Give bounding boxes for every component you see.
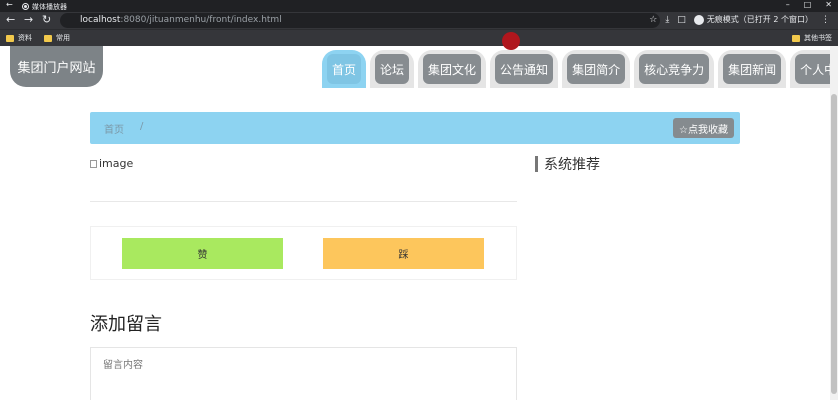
- url-text: localhost:8080/jituanmenhu/front/index.h…: [80, 14, 282, 26]
- menu-icon[interactable]: ⋮: [821, 15, 830, 25]
- nav-label: 论坛: [375, 54, 410, 84]
- tab-back-icon[interactable]: ←: [6, 0, 13, 9]
- folder-icon: [792, 34, 800, 42]
- reload-icon[interactable]: ↻: [42, 14, 51, 26]
- url-host: localhost: [80, 15, 121, 25]
- page-scrollbar[interactable]: [830, 46, 838, 400]
- breadcrumb-separator: /: [140, 121, 144, 132]
- minimize-icon[interactable]: –: [786, 0, 790, 9]
- favorite-button[interactable]: ☆点我收藏: [673, 118, 734, 138]
- record-icon: [22, 3, 29, 10]
- sidebar-title: 系统推荐: [535, 156, 600, 173]
- maximize-icon[interactable]: □: [804, 0, 812, 9]
- breadcrumb-home-link[interactable]: 首页: [104, 121, 124, 136]
- mouse-cursor-highlight: [502, 32, 520, 50]
- incognito-icon: [693, 14, 704, 25]
- dislike-button[interactable]: 踩: [323, 238, 484, 269]
- nav-item-news[interactable]: 集团新闻: [718, 50, 787, 88]
- bookmark-label: 资料: [18, 34, 32, 42]
- content-divider: [90, 201, 517, 202]
- message-section-title: 添加留言: [90, 314, 162, 335]
- bookmark-folder[interactable]: 常用: [44, 33, 70, 43]
- window-icon[interactable]: □: [677, 15, 686, 25]
- main-nav: 首页 论坛 集团文化 公告通知 集团简介 核心竞争力 集团新闻 个人中心: [322, 50, 838, 88]
- site-logo[interactable]: 集团门户网站: [10, 46, 103, 87]
- breadcrumb: 首页 / ☆点我收藏: [90, 112, 740, 144]
- detail-image: image: [90, 157, 133, 170]
- close-icon[interactable]: ✕: [825, 0, 832, 9]
- nav-label: 集团文化: [423, 54, 482, 84]
- page-content: 集团门户网站 首页 论坛 集团文化 公告通知 集团简介 核心竞争力 集团新闻 个…: [0, 32, 838, 400]
- nav-item-notices[interactable]: 公告通知: [490, 50, 559, 88]
- bookmark-star-icon[interactable]: ☆: [649, 15, 657, 25]
- bookmarks-bar: 资料 常用 其他书签: [0, 29, 838, 46]
- nav-label: 首页: [327, 54, 362, 84]
- nav-label: 集团简介: [567, 54, 626, 84]
- browser-titlebar: ← 媒体播放器 – □ ✕: [0, 0, 838, 12]
- nav-item-competitiveness[interactable]: 核心竞争力: [634, 50, 715, 88]
- nav-item-home[interactable]: 首页: [322, 50, 367, 88]
- other-bookmarks-label: 其他书签: [804, 34, 832, 42]
- other-bookmarks[interactable]: 其他书签: [792, 33, 832, 43]
- folder-icon: [44, 34, 52, 42]
- nav-item-forum[interactable]: 论坛: [370, 50, 415, 88]
- window-controls: – □ ✕: [786, 0, 832, 9]
- toolbar-right: ☆ ⤓ □ 无痕模式（已打开 2 个窗口） ⋮: [649, 14, 830, 25]
- image-alt-text: image: [99, 157, 134, 170]
- url-path: :8080/jituanmenhu/front/index.html: [120, 15, 282, 25]
- download-icon[interactable]: ⤓: [665, 15, 669, 25]
- bookmark-folder[interactable]: 资料: [6, 33, 32, 43]
- nav-item-culture[interactable]: 集团文化: [418, 50, 487, 88]
- broken-image-icon: [90, 159, 97, 168]
- browser-toolbar: ← → ↻ localhost:8080/jituanmenhu/front/i…: [0, 12, 838, 29]
- like-button[interactable]: 赞: [122, 238, 283, 269]
- nav-label: 公告通知: [495, 54, 554, 84]
- forward-icon[interactable]: →: [24, 14, 33, 26]
- tab-title: 媒体播放器: [32, 2, 67, 11]
- browser-tab[interactable]: 媒体播放器: [22, 1, 67, 12]
- nav-item-intro[interactable]: 集团简介: [562, 50, 631, 88]
- incognito-indicator[interactable]: 无痕模式（已打开 2 个窗口）: [693, 14, 813, 25]
- back-icon[interactable]: ←: [6, 14, 15, 26]
- message-textarea[interactable]: 留言内容: [90, 347, 517, 400]
- incognito-label: 无痕模式（已打开 2 个窗口）: [706, 15, 813, 24]
- bookmark-label: 常用: [56, 34, 70, 42]
- scrollbar-thumb[interactable]: [831, 94, 837, 394]
- nav-label: 集团新闻: [723, 54, 782, 84]
- vote-panel: 赞 踩: [90, 226, 517, 280]
- folder-icon: [6, 34, 14, 42]
- nav-label: 核心竞争力: [639, 54, 710, 84]
